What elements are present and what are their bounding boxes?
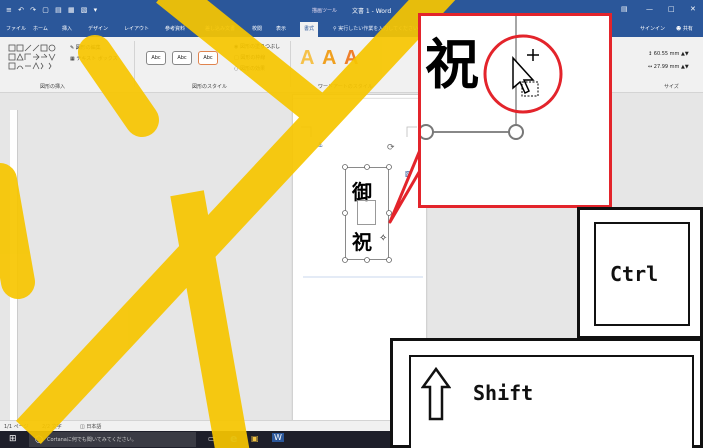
maximize-button[interactable]: □ bbox=[668, 5, 675, 13]
group-label-wordart: ワードアートのスタイル bbox=[318, 84, 373, 90]
quick-access-toolbar[interactable]: ≡ ↶ ↷ ▢ ▤ ▦ ▧ ▾ bbox=[6, 6, 99, 14]
tab-file[interactable]: ファイル bbox=[6, 25, 26, 32]
ribbon-display-options-button[interactable]: ▤ bbox=[621, 5, 628, 13]
close-button[interactable]: ✕ bbox=[690, 5, 696, 13]
tab-format[interactable]: 書式 bbox=[300, 22, 319, 37]
group-label-size: サイズ bbox=[664, 84, 679, 90]
shape-style-3[interactable]: Abc bbox=[198, 51, 218, 65]
share-button[interactable]: ☻ 共有 bbox=[676, 25, 693, 32]
shape-style-1[interactable]: Abc bbox=[146, 51, 166, 65]
tab-view[interactable]: 表示 bbox=[276, 25, 286, 32]
ribbon-divider bbox=[134, 41, 135, 87]
shift-key-face bbox=[409, 355, 694, 448]
tab-review[interactable]: 校閲 bbox=[252, 25, 262, 32]
cortana-search-box[interactable]: ◯ Cortanaに何でも聞いてみてください。 bbox=[29, 432, 196, 447]
shape-effects-label: 図形の効果 bbox=[239, 66, 265, 72]
copy-cursor-icon: ✧ bbox=[379, 233, 388, 244]
anchor-icon: ⚓ bbox=[317, 141, 324, 149]
vertical-ruler[interactable] bbox=[10, 110, 18, 420]
zoom-callout: 祝 bbox=[418, 13, 612, 208]
context-tool-label: 描画ツール bbox=[312, 8, 338, 14]
tab-layout[interactable]: レイアウト bbox=[124, 25, 149, 32]
tab-insert[interactable]: 挿入 bbox=[62, 25, 72, 32]
wordart-style-1[interactable]: A bbox=[300, 47, 314, 70]
tab-design[interactable]: デザイン bbox=[88, 25, 108, 32]
tell-me-search[interactable]: ⚲ 実行したい作業を入力してください bbox=[333, 25, 418, 32]
ctrl-key-label: Ctrl bbox=[610, 262, 659, 286]
text-box-label: テキスト ボックス bbox=[76, 56, 118, 62]
shift-arrow-icon bbox=[421, 367, 451, 421]
cortana-placeholder: Cortanaに何でも聞いてみてください。 bbox=[47, 437, 137, 443]
tab-mailings[interactable]: 差し込み文書 bbox=[205, 25, 235, 32]
shape-effects-button[interactable]: ◌ 図形の効果 bbox=[234, 65, 265, 72]
window-title: 文書 1 - Word bbox=[352, 8, 392, 15]
windows-start-icon[interactable]: ⊞ bbox=[9, 434, 17, 444]
language-label: 日本語 bbox=[86, 424, 102, 430]
page-count[interactable]: 1/1 ページ bbox=[4, 423, 29, 430]
share-label: 共有 bbox=[682, 26, 693, 32]
language-indicator[interactable]: ◫ 日本語 bbox=[80, 423, 101, 430]
tab-home[interactable]: ホーム bbox=[33, 25, 48, 32]
shape-outline-button[interactable]: □ 図形の枠線 bbox=[234, 54, 265, 61]
shift-key-label: Shift bbox=[473, 381, 534, 405]
edit-shape-label: 図形の編集 bbox=[75, 45, 101, 51]
shape-width-value: 27.99 mm bbox=[653, 64, 680, 70]
shape-height-value: 60.55 mm bbox=[653, 51, 680, 57]
shape-height-field[interactable]: ↕ 60.55 mm ▲▼ bbox=[648, 51, 689, 57]
ribbon-divider bbox=[290, 41, 291, 87]
shape-style-2[interactable]: Abc bbox=[172, 51, 192, 65]
file-explorer-icon[interactable]: ▣ bbox=[251, 434, 259, 443]
cortana-circle-icon: ◯ bbox=[35, 435, 43, 443]
tell-me-text: 実行したい作業を入力してください bbox=[338, 26, 418, 32]
shape-outline-label: 図形の枠線 bbox=[240, 55, 266, 61]
shape-fill-button[interactable]: ◉ 図形の塗りつぶし bbox=[234, 43, 280, 50]
shape-width-field[interactable]: ↔ 27.99 mm ▲▼ bbox=[648, 64, 689, 70]
copy-cursor-icon bbox=[512, 49, 539, 97]
signin-link[interactable]: サインイン bbox=[640, 25, 665, 32]
shift-key: Shift bbox=[390, 338, 703, 448]
wordart-style-3[interactable]: A bbox=[344, 47, 358, 70]
ctrl-key: Ctrl bbox=[577, 207, 703, 339]
shape-gallery[interactable] bbox=[8, 44, 66, 72]
group-label-shape-styles: 図形のスタイル bbox=[192, 84, 228, 90]
edge-browser-icon[interactable]: e bbox=[230, 432, 237, 445]
zoomed-frame bbox=[421, 16, 563, 140]
task-view-icon[interactable]: ▭ bbox=[208, 434, 216, 443]
word-taskbar-icon[interactable]: W bbox=[272, 433, 284, 442]
minimize-button[interactable]: — bbox=[646, 5, 653, 13]
text-box-button[interactable]: ▦ テキスト ボックス bbox=[70, 55, 118, 62]
wordart-style-2[interactable]: A bbox=[322, 47, 336, 70]
word-count[interactable]: 2/2 文字 bbox=[42, 423, 62, 430]
group-label-insert-shapes: 図形の挿入 bbox=[40, 84, 66, 90]
tab-references[interactable]: 参考資料 bbox=[165, 25, 185, 32]
edit-shape-button[interactable]: ✎ 図形の編集 bbox=[70, 44, 101, 51]
shape-fill-label: 図形の塗りつぶし bbox=[239, 44, 281, 50]
